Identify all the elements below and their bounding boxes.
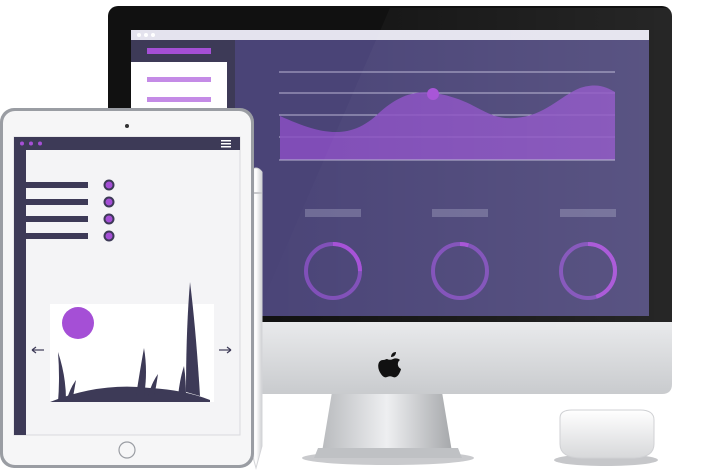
window-dot — [137, 33, 141, 37]
list-item-dot[interactable] — [103, 196, 115, 208]
list-item[interactable] — [26, 233, 88, 239]
sidebar-menu-panel — [131, 62, 227, 112]
window-dot — [151, 33, 155, 37]
tablet-home-button[interactable] — [118, 441, 136, 459]
tablet-top-bar — [14, 137, 240, 150]
circle-sun-icon — [62, 307, 94, 339]
hamburger-menu-icon[interactable] — [221, 140, 231, 148]
monitor-stand — [322, 392, 452, 452]
sidebar-title-bar — [147, 48, 211, 54]
window-dot — [38, 141, 42, 146]
list-item-dot[interactable] — [103, 230, 115, 242]
device-mockup-scene — [0, 0, 726, 473]
device-mockup-illustration — [0, 6, 672, 470]
list-item[interactable] — [26, 182, 88, 188]
sidebar-menu-item[interactable] — [147, 77, 211, 82]
tablet — [0, 108, 254, 468]
list-item-dot[interactable] — [103, 179, 115, 191]
magic-mouse — [554, 409, 658, 466]
list-item-dot[interactable] — [103, 213, 115, 225]
tablet-camera — [125, 124, 129, 128]
window-dot — [29, 141, 33, 146]
list-item[interactable] — [26, 199, 88, 205]
sidebar-menu-item[interactable] — [147, 97, 211, 102]
window-dot — [144, 33, 148, 37]
window-dot — [20, 141, 24, 146]
tablet-sidebar — [14, 150, 26, 435]
list-item[interactable] — [26, 216, 88, 222]
